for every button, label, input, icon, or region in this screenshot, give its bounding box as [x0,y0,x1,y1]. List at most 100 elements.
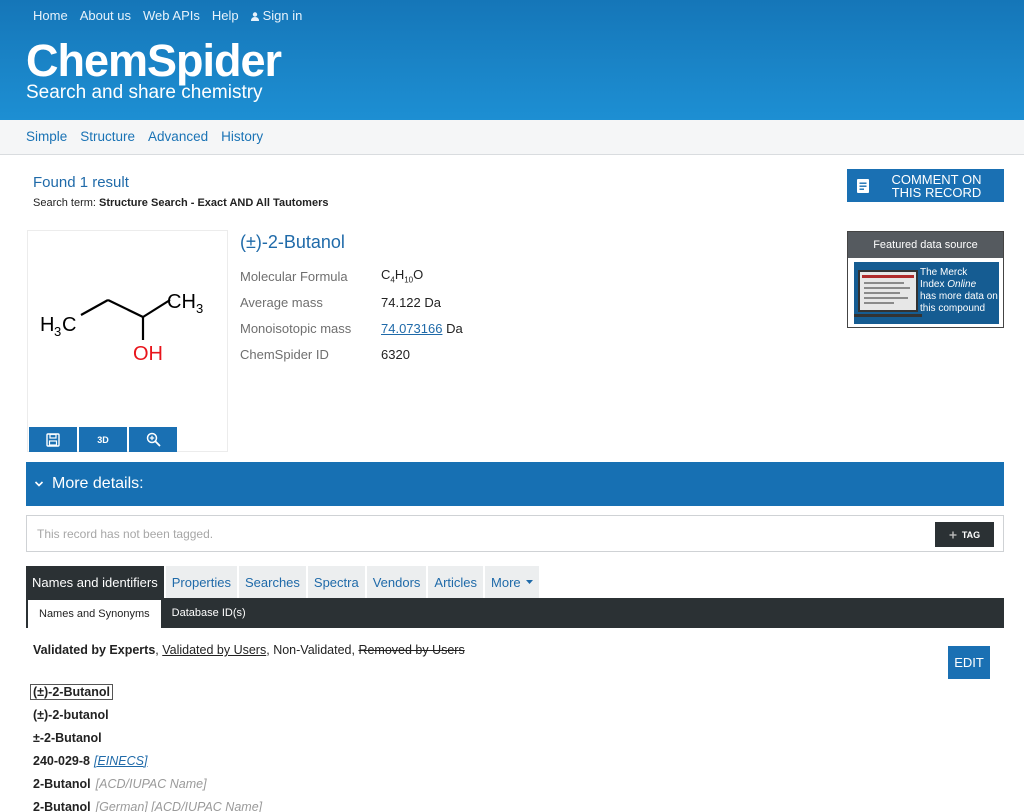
list-item: ±-2-Butanol [33,726,262,749]
tag-bar: This record has not been tagged. TAG [26,515,1004,552]
average-mass: 74.122 Da [381,294,441,310]
user-icon [250,12,259,21]
tab-more[interactable]: More [485,566,539,598]
atom-h3c-h: H [40,314,54,336]
monoisotopic-mass-link[interactable]: 74.073166 [381,321,442,336]
formula-h-sub: 10 [404,275,414,285]
prop-row-monoisotopic-mass: Monoisotopic mass 74.073166 Da [240,315,463,341]
mass-unit: Da [446,320,463,336]
legend-validated-users: Validated by Users [162,643,267,657]
save-icon [46,432,60,447]
formula-o: O [413,267,424,283]
synonym-name[interactable]: 2-Butanol [33,800,91,812]
tagline: Search and share chemistry [26,82,263,103]
tab-searches[interactable]: Searches [238,566,306,598]
zoom-icon [146,432,161,447]
einecs-link[interactable]: [EINECS] [94,754,148,768]
search-type-nav: Simple Structure Advanced History [0,120,1024,155]
prop-key: Average mass [240,294,323,310]
search-term-value: Structure Search - Exact AND All Tautome… [99,197,329,209]
featured-data-source: Featured data source The Merck Index Onl… [847,231,1004,328]
prop-key: Monoisotopic mass [240,320,352,336]
tab-articles[interactable]: Articles [428,566,484,598]
atom-ch3: CH [167,291,196,313]
search-history-link[interactable]: History [221,129,263,144]
search-term-label: Search term: [33,197,96,209]
list-item: 2-Butanol [German] [ACD/IUPAC Name] [33,795,262,812]
structure-tools: 3D [29,427,177,452]
molecular-formula: C4H10O [381,267,423,285]
comment-icon [857,178,869,193]
list-item: (±)-2-butanol [33,703,262,726]
atom-h3c-sub: 3 [54,324,61,339]
nav-web-apis[interactable]: Web APIs [143,8,200,24]
monoisotopic-mass: 74.073166 Da [381,321,463,336]
caret-down-icon [525,580,533,584]
synonym-ref: [German] [ACD/IUPAC Name] [95,799,263,812]
top-navigation: Home About us Web APIs Help Sign in [33,8,302,24]
bond-2 [107,299,144,318]
nav-help[interactable]: Help [212,8,239,24]
synonym-name[interactable]: ±-2-Butanol [33,731,102,745]
atom-h3c-c: C [62,314,76,336]
search-simple-link[interactable]: Simple [26,129,67,144]
more-details-toggle[interactable]: More details: [26,462,1004,506]
compound-title: (±)-2-Butanol [240,232,345,252]
comment-on-record-button[interactable]: COMMENT ON THIS RECORD [847,169,1004,202]
merck-line-4: this compound [920,303,986,314]
search-term: Search term: Structure Search - Exact AN… [33,197,328,209]
merck-line-3: has more data on [920,291,998,302]
nav-sign-in[interactable]: Sign in [250,8,302,24]
comment-line-1: COMMENT ON [891,171,982,187]
view-3d-button[interactable]: 3D [79,427,127,452]
record-tabs: Names and identifiers Properties Searche… [26,566,541,598]
subtab-database-ids[interactable]: Database ID(s) [161,598,257,628]
save-structure-button[interactable] [29,427,77,452]
prop-key: ChemSpider ID [240,346,329,362]
tab-vendors[interactable]: Vendors [366,566,427,598]
bond-1 [80,299,109,316]
legend-non-validated: Non-Validated [273,643,352,657]
synonym-name[interactable]: (±)-2-Butanol [30,683,113,700]
comment-line-2: THIS RECORD [891,184,982,200]
results-count: Found 1 result [33,174,129,191]
more-details-label: More details: [52,475,144,492]
chemspider-logo[interactable]: ChemSpider [26,36,282,86]
names-subtabs: Names and Synonyms Database ID(s) [26,598,1004,628]
search-structure-link[interactable]: Structure [80,129,135,144]
atom-ch3-sub: 3 [196,301,203,316]
list-item: 240-029-8 [EINECS] [33,749,262,772]
plus-icon [949,531,957,538]
tag-button[interactable]: TAG [935,522,994,547]
synonym-name[interactable]: 240-029-8 [33,754,90,768]
nav-home[interactable]: Home [33,8,68,24]
merck-index-banner[interactable]: The Merck Index Online has more data on … [854,262,999,324]
prop-row-average-mass: Average mass 74.122 Da [240,289,463,315]
nav-about-us[interactable]: About us [80,8,131,24]
prop-key: Molecular Formula [240,268,348,284]
synonym-name[interactable]: 2-Butanol [33,777,91,791]
merck-line-1: The Merck [920,267,968,278]
zoom-structure-button[interactable] [129,427,177,452]
tab-names-and-identifiers[interactable]: Names and identifiers [26,566,164,598]
edit-names-button[interactable]: EDIT [948,646,990,679]
list-item: (±)-2-Butanol [30,680,262,703]
featured-header: Featured data source [848,232,1003,258]
merck-line-2: Index [920,279,945,290]
search-advanced-link[interactable]: Advanced [148,129,208,144]
chevron-down-icon [34,481,44,487]
subtab-names-and-synonyms[interactable]: Names and Synonyms [28,600,161,628]
compound-properties: Molecular Formula C4H10O Average mass 74… [240,263,463,367]
structure-image: H 3 C CH 3 OH [27,230,228,452]
synonym-ref: [ACD/IUPAC Name] [95,776,207,791]
validation-legend: Validated by Experts, Validated by Users… [33,643,465,657]
site-header: Home About us Web APIs Help Sign in Chem… [0,0,1024,120]
molecule-drawing: H 3 C CH 3 OH [40,291,203,365]
merck-text: The Merck Index Online has more data on … [920,267,1000,315]
synonym-list: (±)-2-Butanol (±)-2-butanol ±-2-Butanol … [30,680,262,812]
prop-row-chemspider-id: ChemSpider ID 6320 [240,341,463,367]
bond-3 [142,299,171,318]
tab-properties[interactable]: Properties [165,566,237,598]
synonym-name[interactable]: (±)-2-butanol [33,708,109,722]
tab-spectra[interactable]: Spectra [307,566,365,598]
